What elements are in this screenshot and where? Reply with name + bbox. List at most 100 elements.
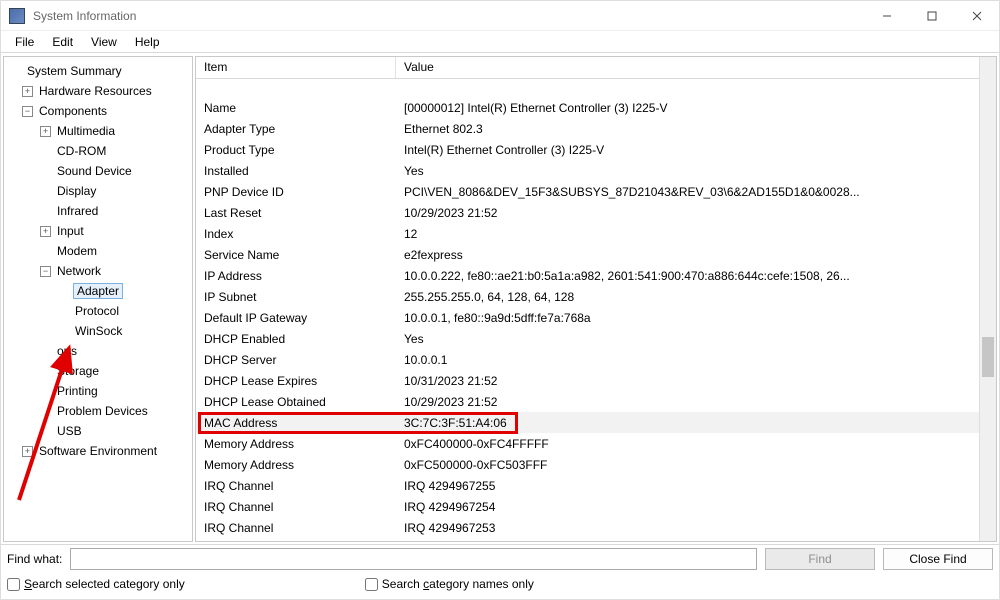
cell-value: PCI\VEN_8086&DEV_15F3&SUBSYS_87D21043&RE…	[396, 185, 979, 199]
table-row[interactable]: InstalledYes	[196, 160, 979, 181]
tree-printing[interactable]: Printing	[4, 381, 192, 401]
table-row[interactable]: Adapter TypeEthernet 802.3	[196, 118, 979, 139]
table-row[interactable]: Memory Address0xFC400000-0xFC4FFFFF	[196, 433, 979, 454]
find-input[interactable]	[70, 548, 757, 570]
cell-item: DHCP Lease Expires	[196, 374, 396, 388]
cell-value: Yes	[396, 332, 979, 346]
tree-system-summary[interactable]: System Summary	[4, 61, 192, 81]
cell-value: Ethernet 802.3	[396, 122, 979, 136]
cell-value: 10.0.0.222, fe80::ae21:b0:5a1a:a982, 260…	[396, 269, 979, 283]
table-row[interactable]: MAC Address3C:7C:3F:51:A4:06	[196, 412, 979, 433]
table-row[interactable]: Memory Address0xFC500000-0xFC503FFF	[196, 454, 979, 475]
tree-protocol[interactable]: Protocol	[4, 301, 192, 321]
table-row[interactable]: Default IP Gateway10.0.0.1, fe80::9a9d:5…	[196, 307, 979, 328]
details-body[interactable]: Name[00000012] Intel(R) Ethernet Control…	[196, 79, 979, 541]
minimize-button[interactable]	[864, 1, 909, 30]
cell-item: DHCP Server	[196, 353, 396, 367]
cell-value: 0xFC500000-0xFC503FFF	[396, 458, 979, 472]
table-row[interactable]: Service Namee2fexpress	[196, 244, 979, 265]
table-row[interactable]: DHCP EnabledYes	[196, 328, 979, 349]
table-row[interactable]: DHCP Lease Expires10/31/2023 21:52	[196, 370, 979, 391]
cell-item: Product Type	[196, 143, 396, 157]
cell-item: Installed	[196, 164, 396, 178]
vertical-scrollbar[interactable]	[979, 57, 996, 541]
cell-item: IP Subnet	[196, 290, 396, 304]
tree-problem-devices[interactable]: Problem Devices	[4, 401, 192, 421]
tree-cdrom[interactable]: CD-ROM	[4, 141, 192, 161]
table-row[interactable]: Product TypeIntel(R) Ethernet Controller…	[196, 139, 979, 160]
cell-item: Name	[196, 101, 396, 115]
cell-value: [00000012] Intel(R) Ethernet Controller …	[396, 101, 979, 115]
category-tree[interactable]: System Summary +Hardware Resources −Comp…	[3, 56, 193, 542]
tree-usb[interactable]: USB	[4, 421, 192, 441]
cell-value: 3C:7C:3F:51:A4:06	[396, 416, 979, 430]
col-item[interactable]: Item	[196, 57, 396, 78]
tree-hardware-resources[interactable]: +Hardware Resources	[4, 81, 192, 101]
table-row[interactable]: DHCP Server10.0.0.1	[196, 349, 979, 370]
cell-item: Adapter Type	[196, 122, 396, 136]
cell-value: 10/31/2023 21:52	[396, 374, 979, 388]
cell-item: IRQ Channel	[196, 521, 396, 535]
cell-value: IRQ 4294967254	[396, 500, 979, 514]
tree-winsock[interactable]: WinSock	[4, 321, 192, 341]
table-row[interactable]: IP Address10.0.0.222, fe80::ae21:b0:5a1a…	[196, 265, 979, 286]
cell-value: 0xFC400000-0xFC4FFFFF	[396, 437, 979, 451]
cell-item: Memory Address	[196, 458, 396, 472]
menubar: File Edit View Help	[1, 31, 999, 53]
cell-item: Memory Address	[196, 437, 396, 451]
col-value[interactable]: Value	[396, 57, 979, 78]
cell-value: 12	[396, 227, 979, 241]
cell-item: DHCP Lease Obtained	[196, 395, 396, 409]
cell-value: IRQ 4294967255	[396, 479, 979, 493]
table-row[interactable]: Name[00000012] Intel(R) Ethernet Control…	[196, 97, 979, 118]
table-row[interactable]: IP Subnet255.255.255.0, 64, 128, 64, 128	[196, 286, 979, 307]
menu-file[interactable]: File	[7, 33, 42, 51]
cell-value: Intel(R) Ethernet Controller (3) I225-V	[396, 143, 979, 157]
tree-ports[interactable]: orts	[4, 341, 192, 361]
find-button[interactable]: Find	[765, 548, 875, 570]
cell-item: Service Name	[196, 248, 396, 262]
close-find-button[interactable]: Close Find	[883, 548, 993, 570]
cell-value: IRQ 4294967253	[396, 521, 979, 535]
cell-item: IRQ Channel	[196, 479, 396, 493]
tree-components[interactable]: −Components	[4, 101, 192, 121]
close-button[interactable]	[954, 1, 999, 30]
tree-modem[interactable]: Modem	[4, 241, 192, 261]
tree-display[interactable]: Display	[4, 181, 192, 201]
titlebar[interactable]: System Information	[1, 1, 999, 31]
table-row[interactable]: IRQ ChannelIRQ 4294967255	[196, 475, 979, 496]
tree-multimedia[interactable]: +Multimedia	[4, 121, 192, 141]
table-row[interactable]: Last Reset10/29/2023 21:52	[196, 202, 979, 223]
cell-value: 10/29/2023 21:52	[396, 206, 979, 220]
tree-adapter[interactable]: Adapter	[4, 281, 192, 301]
search-category-names-checkbox[interactable]: Search category names only	[365, 577, 534, 591]
cell-value: 255.255.255.0, 64, 128, 64, 128	[396, 290, 979, 304]
tree-storage[interactable]: Storage	[4, 361, 192, 381]
cell-value: 10.0.0.1, fe80::9a9d:5dff:fe7a:768a	[396, 311, 979, 325]
table-row[interactable]: Index12	[196, 223, 979, 244]
tree-input[interactable]: +Input	[4, 221, 192, 241]
cell-item: Last Reset	[196, 206, 396, 220]
menu-help[interactable]: Help	[127, 33, 168, 51]
details-pane: Item Value Name[00000012] Intel(R) Ether…	[195, 56, 997, 542]
cell-value: 10/29/2023 21:52	[396, 395, 979, 409]
tree-network[interactable]: −Network	[4, 261, 192, 281]
cell-value: 10.0.0.1	[396, 353, 979, 367]
table-row[interactable]: PNP Device IDPCI\VEN_8086&DEV_15F3&SUBSY…	[196, 181, 979, 202]
cell-value: Yes	[396, 164, 979, 178]
table-row[interactable]: IRQ ChannelIRQ 4294967254	[196, 496, 979, 517]
tree-sound-device[interactable]: Sound Device	[4, 161, 192, 181]
maximize-button[interactable]	[909, 1, 954, 30]
find-label: Find what:	[7, 552, 62, 566]
window-title: System Information	[33, 9, 136, 23]
menu-view[interactable]: View	[83, 33, 125, 51]
details-header[interactable]: Item Value	[196, 57, 979, 79]
tree-software-environment[interactable]: +Software Environment	[4, 441, 192, 461]
search-selected-checkbox[interactable]: Search selected category only	[7, 577, 185, 591]
tree-infrared[interactable]: Infrared	[4, 201, 192, 221]
menu-edit[interactable]: Edit	[44, 33, 81, 51]
cell-item: MAC Address	[196, 416, 396, 430]
table-row[interactable]: IRQ ChannelIRQ 4294967253	[196, 517, 979, 538]
scrollbar-thumb[interactable]	[982, 337, 994, 377]
table-row[interactable]: DHCP Lease Obtained10/29/2023 21:52	[196, 391, 979, 412]
